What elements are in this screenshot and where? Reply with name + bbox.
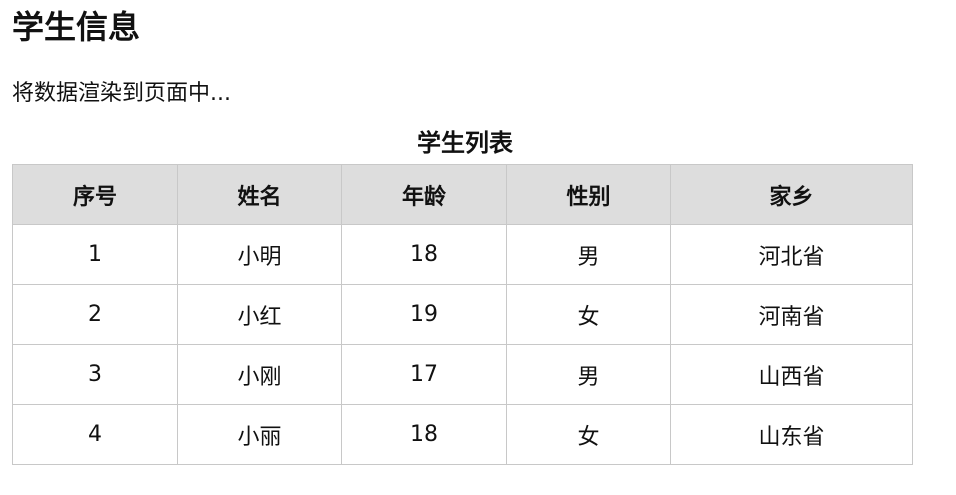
cell-age: 18 xyxy=(341,404,507,465)
header-hometown: 家乡 xyxy=(670,164,913,225)
header-number: 序号 xyxy=(12,164,178,225)
cell-hometown: 山东省 xyxy=(670,404,913,465)
cell-age: 19 xyxy=(341,284,507,345)
table-row: 2 小红 19 女 河南省 xyxy=(12,284,913,345)
table-caption: 学生列表 xyxy=(417,129,513,157)
cell-number: 3 xyxy=(12,344,178,405)
table-row: 3 小刚 17 男 山西省 xyxy=(12,344,913,405)
header-name: 姓名 xyxy=(177,164,342,225)
cell-number: 1 xyxy=(12,224,178,285)
page: 学生信息 将数据渲染到页面中... 学生列表 序号 姓名 年龄 性别 家乡 1 … xyxy=(0,0,956,495)
student-table: 序号 姓名 年龄 性别 家乡 1 小明 18 男 河北省 2 小红 19 女 河… xyxy=(12,164,913,465)
cell-number: 2 xyxy=(12,284,178,345)
cell-age: 17 xyxy=(341,344,507,405)
student-table-section: 学生列表 序号 姓名 年龄 性别 家乡 1 小明 18 男 河北省 2 小红 1… xyxy=(12,122,913,465)
cell-hometown: 山西省 xyxy=(670,344,913,405)
cell-number: 4 xyxy=(12,404,178,465)
cell-name: 小刚 xyxy=(177,344,342,405)
header-gender: 性别 xyxy=(506,164,671,225)
cell-name: 小红 xyxy=(177,284,342,345)
page-description: 将数据渲染到页面中... xyxy=(12,81,231,106)
cell-age: 18 xyxy=(341,224,507,285)
cell-name: 小明 xyxy=(177,224,342,285)
cell-gender: 男 xyxy=(506,224,671,285)
cell-gender: 男 xyxy=(506,344,671,405)
table-row: 1 小明 18 男 河北省 xyxy=(12,224,913,285)
table-header-row: 序号 姓名 年龄 性别 家乡 xyxy=(12,164,913,225)
cell-hometown: 河南省 xyxy=(670,284,913,345)
cell-hometown: 河北省 xyxy=(670,224,913,285)
header-age: 年龄 xyxy=(341,164,507,225)
table-row: 4 小丽 18 女 山东省 xyxy=(12,404,913,465)
cell-name: 小丽 xyxy=(177,404,342,465)
page-title: 学生信息 xyxy=(12,8,141,46)
cell-gender: 女 xyxy=(506,404,671,465)
cell-gender: 女 xyxy=(506,284,671,345)
